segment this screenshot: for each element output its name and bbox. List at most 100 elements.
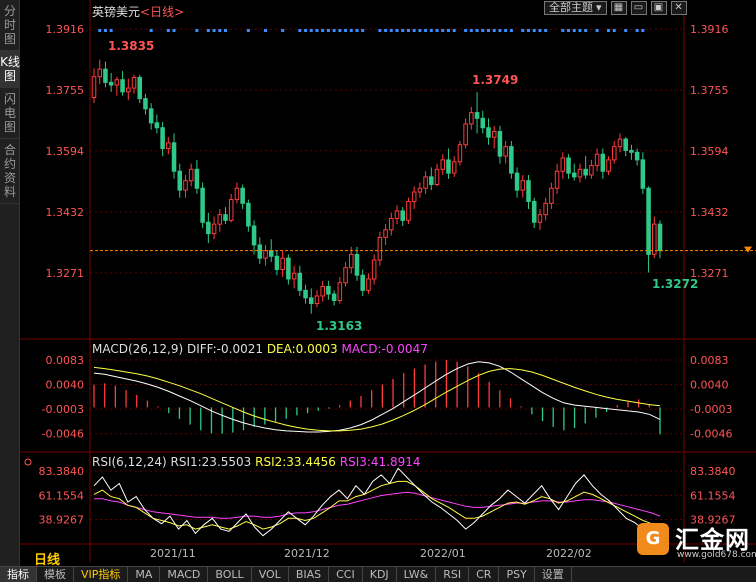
candle-body [108, 81, 114, 86]
candle-body [497, 131, 503, 157]
signal-dot [578, 29, 582, 32]
watermark-url: www.gold678.com [677, 550, 756, 560]
indicator-tab-bar: 指标 模板 VIP指标 MA MACD BOLL VOL BIAS CCI KD… [0, 566, 756, 582]
candle-body [343, 267, 348, 284]
macd-tick-label: -0.0003 [42, 403, 84, 416]
candle-body [148, 108, 154, 124]
x-axis-label: 2021/11 [150, 547, 196, 560]
signal-dot [406, 29, 410, 32]
tab-cci[interactable]: CCI [329, 567, 363, 582]
tab-vip-indicator[interactable]: VIP指标 [74, 567, 129, 582]
candle-body [183, 180, 188, 191]
tab-boll[interactable]: BOLL [208, 567, 252, 582]
signal-dot [567, 29, 571, 32]
tab-macd[interactable]: MACD [160, 567, 209, 582]
candle-body [566, 157, 571, 174]
watermark: G 汇金网 www.gold678.com [637, 520, 756, 566]
signal-dot [452, 29, 456, 32]
tab-vol[interactable]: VOL [252, 567, 289, 582]
signal-dot [607, 29, 611, 32]
signal-dot [378, 29, 382, 32]
signal-dot [418, 29, 422, 32]
rsi-tick-label-right: 83.3840 [690, 465, 736, 478]
candle-body [611, 146, 617, 161]
candle-body [652, 223, 657, 255]
grid-icon[interactable]: ▦ [610, 1, 627, 15]
candle-body [274, 255, 280, 271]
candle-body [417, 187, 423, 193]
candle-body [394, 210, 400, 219]
rsi-tick-label: 38.9267 [39, 513, 85, 526]
tab-lw[interactable]: LW& [397, 567, 437, 582]
macd-header: MACD(26,12,9) DIFF:-0.0021 DEA:0.0003 MA… [92, 342, 428, 356]
candle-body [451, 161, 457, 174]
candle-body [400, 210, 405, 221]
candle-body [200, 187, 205, 223]
y-tick-label: 1.3916 [46, 23, 85, 36]
low-annotation: 1.3272 [652, 277, 698, 291]
high-annotation: 1.3835 [108, 39, 154, 53]
candle-body [291, 272, 297, 280]
candle-body [600, 153, 606, 172]
signal-dot [544, 29, 548, 32]
signal-dot [435, 29, 439, 32]
tab-kdj[interactable]: KDJ [363, 567, 397, 582]
period-indicator[interactable]: <日线> [140, 5, 184, 19]
candle-body [406, 200, 411, 221]
macd-tick-label: 0.0083 [46, 354, 85, 367]
signal-dot [424, 29, 428, 32]
signal-dot [315, 29, 319, 32]
candle-body [337, 282, 343, 302]
candle-body [223, 214, 228, 221]
candle-body [286, 257, 291, 280]
chart-header: 英镑美元<日线> [92, 3, 184, 20]
tab-psy[interactable]: PSY [499, 567, 535, 582]
candle-body [326, 286, 331, 295]
minimize-icon[interactable]: ▭ [630, 1, 647, 15]
candle-body [617, 138, 623, 148]
signal-dot [441, 29, 445, 32]
candle-body [308, 297, 314, 305]
signal-dot [246, 29, 250, 32]
candle-body [371, 259, 377, 280]
tab-ma[interactable]: MA [128, 567, 161, 582]
tab-bias[interactable]: BIAS [289, 567, 330, 582]
tab-rsi[interactable]: RSI [436, 567, 470, 582]
rsi2-line [93, 480, 661, 530]
tab-cr[interactable]: CR [469, 567, 500, 582]
candle-body [486, 127, 491, 138]
signal-dot [349, 29, 353, 32]
theme-select-label: 全部主题 [549, 1, 593, 14]
signal-dot [264, 29, 268, 32]
signal-dot [429, 29, 433, 32]
candle-body [160, 127, 165, 150]
candle-body [509, 146, 514, 174]
candle-body [434, 168, 440, 185]
signal-dot [166, 29, 170, 32]
close-icon[interactable]: ✕ [670, 1, 687, 15]
tab-template[interactable]: 模板 [37, 567, 74, 582]
tab-settings[interactable]: 设置 [535, 567, 572, 582]
candle-body [349, 253, 354, 269]
candle-body [177, 170, 183, 191]
tab-indicator[interactable]: 指标 [0, 567, 37, 582]
y-tick-label-right: 1.3916 [690, 23, 729, 36]
candle-body [103, 68, 108, 83]
y-tick-label-right: 1.3594 [690, 145, 729, 158]
candle-body [383, 229, 388, 238]
macd-tick-label-right: 0.0040 [690, 379, 729, 392]
candle-body [188, 168, 194, 182]
signal-dot [538, 29, 542, 32]
macd-name: MACD(26,12,9) [92, 342, 184, 356]
candle-body [228, 199, 234, 221]
candle-body [257, 244, 263, 259]
watermark-logo-icon: G [637, 523, 669, 555]
low-annotation: 1.3163 [316, 319, 362, 333]
chart-canvas[interactable]: 1.3916 1.3916 1.3755 1.3755 1.3594 1.3594 1.34… [0, 0, 756, 582]
signal-dot [595, 29, 599, 32]
restore-icon[interactable]: ▣ [650, 1, 667, 15]
theme-select[interactable]: 全部主题 ▾ [544, 1, 607, 15]
candle-body [120, 79, 125, 93]
signal-dot [412, 29, 416, 32]
signal-dot [612, 29, 616, 32]
